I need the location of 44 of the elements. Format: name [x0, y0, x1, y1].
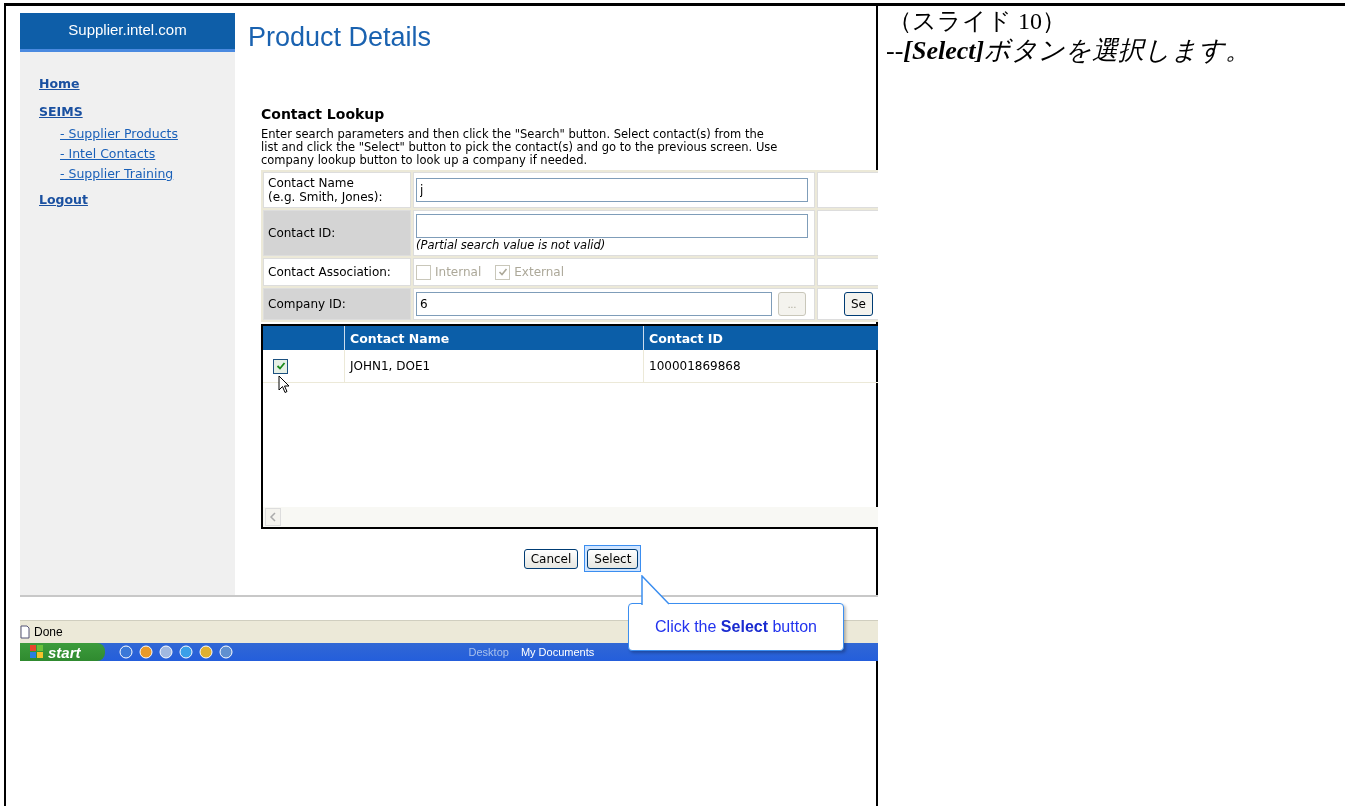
flag-icon — [30, 645, 44, 659]
quick-launch-icon[interactable] — [198, 645, 213, 659]
quick-launch-icon[interactable] — [138, 645, 153, 659]
row-checkbox[interactable] — [273, 358, 288, 374]
nav-sublink[interactable]: - Intel Contacts — [60, 146, 156, 161]
column-header: Contact ID — [644, 326, 878, 350]
quick-launch-icon[interactable] — [158, 645, 173, 659]
field-label: Contact ID: — [263, 210, 411, 256]
text-field[interactable]: j — [416, 178, 808, 202]
quick-launch-icon[interactable] — [218, 645, 233, 659]
text-field[interactable]: 6 — [416, 292, 772, 316]
table-cell: 100001869868 — [644, 350, 878, 382]
search-button[interactable]: Se — [844, 292, 873, 316]
field-label: Company ID: — [263, 288, 411, 320]
taskbar-item[interactable]: My Documents — [520, 646, 595, 658]
nav-link[interactable]: Logout — [39, 192, 88, 207]
table-cell: JOHN1, DOE1 — [345, 350, 644, 382]
field-label: Contact Name (e.g. Smith, Jones): — [263, 172, 411, 208]
dialog-button[interactable]: Select — [587, 549, 639, 569]
mouse-cursor-icon — [278, 375, 290, 394]
taskbar-item[interactable]: Desktop — [468, 646, 509, 658]
quick-launch-icon[interactable] — [178, 645, 193, 659]
slide-label: （スライド 10） — [887, 7, 1067, 36]
nav-sublink[interactable]: - Supplier Training — [60, 166, 174, 181]
section-title: Contact Lookup — [261, 106, 386, 122]
nav-link[interactable]: Home — [39, 76, 80, 91]
checkmark-icon — [497, 267, 508, 277]
page-icon — [20, 625, 30, 639]
nav-link[interactable]: SEIMS — [39, 104, 83, 119]
field-label: Contact Association: — [263, 258, 411, 286]
site-brand: Supplier.intel.com — [20, 13, 235, 52]
dialog-button[interactable]: Cancel — [523, 549, 579, 569]
instruction-text: --[Select]ボタンを選択します。 — [886, 36, 1253, 66]
text-field[interactable] — [416, 214, 808, 238]
instructions-text: Enter search parameters and then click the "Search" button. Select contact(s) from the list and click the "Select" button to pick the contact(s) and go to the previous screen. Use company lookup button to look up a company if needed. — [261, 128, 779, 167]
page-title: Product Details — [247, 21, 433, 54]
start-button[interactable]: start — [20, 643, 105, 661]
column-header: Contact Name — [345, 326, 644, 350]
field-hint: (Partial search value is not valid) — [416, 238, 607, 252]
status-text: Done — [34, 625, 63, 639]
checkmark-icon — [275, 361, 286, 371]
nav-sublink[interactable]: - Supplier Products — [60, 126, 178, 141]
quick-launch-icon[interactable] — [118, 645, 133, 659]
horizontal-scrollbar[interactable] — [263, 507, 878, 527]
